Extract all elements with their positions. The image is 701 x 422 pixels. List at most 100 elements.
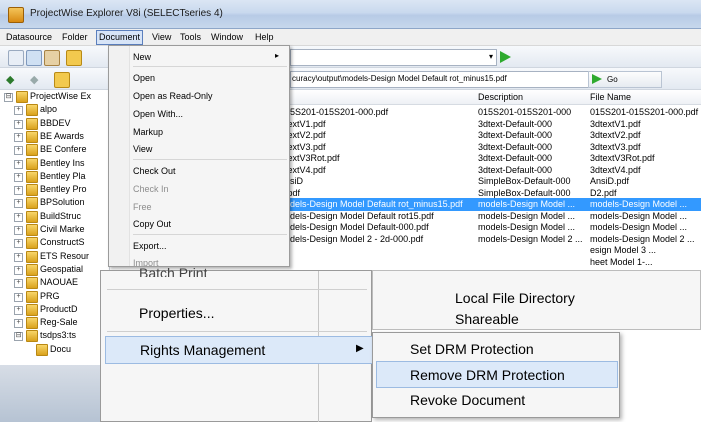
go-button[interactable]: Go bbox=[588, 71, 662, 88]
tree-item[interactable]: ⊟ ProjectWise Ex bbox=[0, 90, 110, 103]
new-icon[interactable] bbox=[8, 50, 24, 66]
tree-item-label: tsdps3:ts bbox=[40, 330, 77, 341]
menu-item-properties[interactable]: Properties... bbox=[139, 305, 214, 321]
tree-item[interactable]: ⊟ tsdps3:ts bbox=[0, 329, 110, 343]
menu-item-open[interactable]: Open bbox=[133, 73, 155, 83]
folder-icon bbox=[26, 303, 38, 316]
expand-icon[interactable]: + bbox=[14, 159, 23, 169]
expand-icon[interactable]: + bbox=[14, 146, 23, 156]
menu-item-check-out[interactable]: Check Out bbox=[133, 166, 176, 176]
menu-item-shareable[interactable]: Shareable bbox=[455, 311, 519, 327]
expand-icon[interactable]: + bbox=[14, 252, 23, 262]
expand-icon[interactable]: + bbox=[14, 292, 23, 302]
tree-item-label: Bentley Pro bbox=[40, 184, 87, 195]
folder-icon bbox=[26, 197, 38, 210]
expand-icon[interactable]: + bbox=[14, 186, 23, 196]
tree-item[interactable]: + BPSolution bbox=[0, 196, 110, 210]
go-label: Go bbox=[607, 75, 618, 84]
menu-item-revoke-document[interactable]: Revoke Document bbox=[410, 392, 525, 408]
properties-icon[interactable] bbox=[44, 50, 60, 66]
expand-icon[interactable]: + bbox=[14, 319, 23, 329]
expand-icon[interactable]: + bbox=[14, 305, 23, 315]
expand-icon[interactable]: + bbox=[14, 199, 23, 209]
column-description[interactable]: Description bbox=[478, 90, 523, 104]
expand-icon[interactable]: + bbox=[14, 132, 23, 142]
tree-item[interactable]: + ConstructS bbox=[0, 236, 110, 250]
menu-tools[interactable]: Tools bbox=[180, 32, 201, 42]
menu-item-remove-drm[interactable]: Remove DRM Protection bbox=[376, 361, 618, 388]
datasource-combo[interactable]: ▾ bbox=[290, 49, 497, 66]
tree-item[interactable]: + ProductD bbox=[0, 303, 110, 316]
menu-gutter bbox=[109, 46, 130, 266]
menu-item-markup[interactable]: Markup bbox=[133, 127, 163, 137]
folder-icon bbox=[26, 263, 38, 276]
menu-item-set-drm[interactable]: Set DRM Protection bbox=[410, 341, 534, 357]
address-combo[interactable]: curacy\output\models-Design Model Defaul… bbox=[290, 71, 598, 88]
expand-icon[interactable]: + bbox=[14, 226, 23, 235]
tree-item[interactable]: + BE Awards bbox=[0, 130, 110, 143]
tree-item[interactable]: + Civil Marke bbox=[0, 223, 110, 236]
tree-item[interactable]: + Bentley Pro bbox=[0, 183, 110, 197]
column-filename[interactable]: File Name bbox=[590, 90, 631, 104]
tree-item[interactable]: + Geospatial bbox=[0, 263, 110, 276]
expand-icon[interactable]: ⊟ bbox=[14, 332, 23, 342]
expand-icon[interactable]: + bbox=[14, 106, 23, 116]
menu-item-view[interactable]: View bbox=[133, 144, 152, 154]
tree-item[interactable]: + NAOUAE bbox=[0, 276, 110, 290]
tree-item[interactable]: + BBDEV bbox=[0, 117, 110, 130]
folder-icon bbox=[26, 144, 38, 157]
expand-icon[interactable]: ⊟ bbox=[4, 93, 13, 102]
tree-item-label: BuildStruc bbox=[40, 210, 82, 221]
title-bar: ProjectWise Explorer V8i (SELECTseries 4… bbox=[0, 0, 701, 29]
tree-item-label: NAOUAE bbox=[40, 277, 79, 288]
menu-help[interactable]: Help bbox=[255, 32, 274, 42]
menu-window[interactable]: Window bbox=[211, 32, 243, 42]
tree-item-label: Civil Marke bbox=[40, 224, 85, 234]
menu-view[interactable]: View bbox=[152, 32, 171, 42]
background-panel bbox=[0, 365, 100, 422]
folder-up-icon[interactable] bbox=[54, 72, 70, 88]
menu-folder[interactable]: Folder bbox=[62, 32, 88, 42]
expand-icon[interactable]: + bbox=[14, 172, 23, 182]
forward-icon[interactable]: ◆ bbox=[30, 73, 44, 87]
menu-item-batch-print[interactable]: Batch Print bbox=[139, 265, 207, 277]
tree-item[interactable]: + Bentley Pla bbox=[0, 170, 110, 183]
menu-separator bbox=[133, 159, 287, 160]
app-icon bbox=[8, 7, 24, 23]
tree-item[interactable]: + BE Confere bbox=[0, 143, 110, 157]
menu-item-local-file-directory[interactable]: Local File Directory bbox=[455, 290, 575, 306]
tree-item-label: Reg-Sale bbox=[40, 317, 78, 328]
menu-item-free: Free bbox=[133, 202, 152, 212]
menu-item-check-in: Check In bbox=[133, 184, 169, 194]
go-arrow-icon[interactable] bbox=[500, 51, 511, 63]
expand-icon[interactable]: + bbox=[14, 119, 23, 129]
menu-separator bbox=[107, 289, 367, 290]
menu-item-export[interactable]: Export... bbox=[133, 241, 167, 251]
tree-item-label: ConstructS bbox=[40, 237, 85, 248]
menu-item-open-read-only[interactable]: Open as Read-Only bbox=[133, 91, 213, 101]
menu-item-copy-out[interactable]: Copy Out bbox=[133, 219, 171, 229]
tree-item[interactable]: + BuildStruc bbox=[0, 210, 110, 223]
expand-icon[interactable]: + bbox=[14, 212, 23, 222]
expand-icon[interactable]: + bbox=[14, 279, 23, 289]
tree-item[interactable]: + alpo bbox=[0, 103, 110, 117]
expand-icon[interactable]: + bbox=[14, 265, 23, 275]
tree-item[interactable]: + ETS Resour bbox=[0, 250, 110, 263]
tree-item[interactable]: + Reg-Sale bbox=[0, 316, 110, 330]
tree-item[interactable]: + Bentley Ins bbox=[0, 157, 110, 170]
edit-icon[interactable] bbox=[26, 50, 42, 66]
folder-icon[interactable] bbox=[66, 50, 82, 66]
menu-item-rights-management[interactable]: Rights Management ▶ bbox=[105, 336, 373, 364]
tree-item[interactable]: Docu bbox=[0, 343, 110, 356]
menu-item-new[interactable]: New bbox=[133, 52, 151, 62]
menu-datasource[interactable]: Datasource bbox=[6, 32, 52, 42]
back-icon[interactable]: ◆ bbox=[6, 73, 20, 87]
drm-submenu: Set DRM Protection Remove DRM Protection… bbox=[372, 332, 620, 418]
menu-item-open-with[interactable]: Open With... bbox=[133, 109, 183, 119]
folder-icon bbox=[26, 237, 38, 250]
expand-icon[interactable]: + bbox=[14, 239, 23, 249]
folder-icon bbox=[26, 330, 38, 343]
menu-document[interactable]: Document bbox=[96, 30, 144, 45]
toolbar-main: ▾ bbox=[0, 46, 701, 68]
tree-item[interactable]: + PRG bbox=[0, 290, 110, 303]
